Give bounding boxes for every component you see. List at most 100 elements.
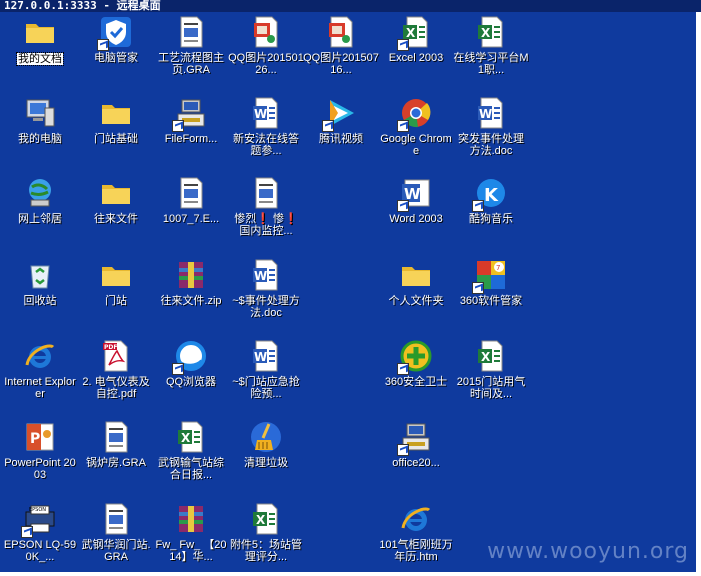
installer-icon (397, 420, 433, 456)
shortcut-arrow-icon (97, 39, 109, 51)
shortcut-arrow-icon (397, 120, 409, 132)
folder-icon (399, 258, 433, 292)
software-360-icon: 7 (472, 258, 508, 294)
shortcut-arrow-icon (172, 120, 184, 132)
desktop-icon[interactable]: Internet Explorer (2, 339, 78, 400)
svg-text:W: W (254, 350, 267, 364)
desktop-icon[interactable]: 腾讯视频 (303, 96, 379, 145)
printer-icon: EPSON (21, 502, 57, 538)
desktop-icon[interactable]: 101气柜刚班万年历.htm (378, 502, 454, 563)
desktop-icon-label: 往来文件 (94, 213, 138, 225)
desktop-icon-label: QQ浏览器 (165, 376, 217, 388)
svg-text:W: W (254, 107, 267, 121)
desktop-icon[interactable]: QQ图片20150716... (303, 15, 379, 76)
desktop-icon[interactable]: 我的文档 (2, 15, 78, 67)
security-360-icon (397, 339, 433, 375)
desktop-icon[interactable]: 网上邻居 (2, 176, 78, 225)
broom-icon (249, 420, 283, 454)
desktop-icon[interactable]: K 酷狗音乐 (453, 176, 529, 225)
desktop-icon-label: 附件5：场站管理评分... (229, 539, 303, 563)
desktop-icon-label: 回收站 (23, 295, 57, 307)
desktop-icon[interactable]: 7 360软件管家 (453, 258, 529, 307)
desktop-icon-label: 突发事件处理方法.doc (458, 133, 524, 157)
desktop-icon[interactable]: 回收站 (2, 258, 78, 307)
svg-text:P: P (30, 431, 40, 447)
desktop[interactable]: 我的文档我的电脑网上邻居回收站 Internet Explorer P PowerPo… (0, 12, 701, 576)
video-icon (322, 96, 358, 132)
desktop-icon-label: 锅炉房.GRA (86, 457, 146, 469)
desktop-icon[interactable]: 门站基础 (78, 96, 154, 145)
desktop-icon[interactable]: 武钢华润门站.GRA (78, 502, 154, 563)
desktop-icon[interactable]: W Word 2003 (378, 176, 454, 225)
shortcut-arrow-icon (21, 526, 33, 538)
desktop-icon[interactable]: QQ图片20150126... (228, 15, 304, 76)
window-title-bar[interactable]: 127.0.0.1:3333 - 远程桌面 (0, 0, 701, 12)
svg-text:X: X (181, 431, 191, 445)
folder-icon (99, 258, 133, 292)
desktop-icon[interactable]: X 在线学习平台M1职... (453, 15, 529, 76)
word-icon: W (474, 96, 508, 130)
desktop-icon[interactable]: P PowerPoint 2003 (2, 420, 78, 481)
desktop-icon-label: Fw_ Fw_ 【2014】华... (155, 539, 227, 563)
desktop-icon[interactable]: X 附件5：场站管理评分... (228, 502, 304, 563)
desktop-icon[interactable]: Fw_ Fw_ 【2014】华... (153, 502, 229, 563)
desktop-icon[interactable]: W 新安法在线答题参... (228, 96, 304, 157)
desktop-icon[interactable]: 个人文件夹 (378, 258, 454, 307)
word-icon: W (249, 96, 283, 130)
desktop-icon[interactable]: 锅炉房.GRA (78, 420, 154, 469)
excel-icon: X (249, 502, 283, 536)
svg-text:X: X (481, 26, 491, 40)
desktop-icon-label: 惨烈❗ 惨❗ 国内监控... (234, 213, 298, 237)
desktop-icon[interactable]: QQ浏览器 (153, 339, 229, 388)
desktop-icon[interactable]: X Excel 2003 (378, 15, 454, 64)
desktop-icon-label: QQ图片20150716... (303, 52, 379, 76)
desktop-icon[interactable]: office20... (378, 420, 454, 469)
shortcut-arrow-icon (472, 200, 484, 212)
shortcut-arrow-icon (397, 444, 409, 456)
shortcut-arrow-icon (472, 282, 484, 294)
desktop-icon[interactable]: EPSON EPSON LQ-590K_... (2, 502, 78, 563)
desktop-icon[interactable]: 往来文件.zip (153, 258, 229, 307)
desktop-icon[interactable]: 我的电脑 (2, 96, 78, 145)
desktop-icon[interactable]: W ~$门站应急抢险预... (228, 339, 304, 400)
desktop-icon[interactable]: 360安全卫士 (378, 339, 454, 388)
excel-icon: X (474, 339, 508, 373)
desktop-icon[interactable]: W ~$事件处理方法.doc (228, 258, 304, 319)
desktop-icon[interactable]: 门站 (78, 258, 154, 307)
svg-text:W: W (254, 269, 267, 283)
doc-icon (174, 15, 208, 49)
window-edge-right (696, 12, 701, 576)
desktop-icon[interactable]: 惨烈❗ 惨❗ 国内监控... (228, 176, 304, 237)
chrome-icon (397, 96, 433, 132)
desktop-icon[interactable]: FileForm... (153, 96, 229, 145)
desktop-icon-label: 武钢输气站综合日报... (158, 457, 224, 481)
image-icon (324, 15, 358, 49)
desktop-icon[interactable]: W 突发事件处理方法.doc (453, 96, 529, 157)
desktop-icon-label: 网上邻居 (18, 213, 62, 225)
desktop-icon[interactable]: 1007_7.E... (153, 176, 229, 225)
desktop-icon-label: 个人文件夹 (388, 295, 444, 307)
desktop-icon[interactable]: X 2015门站用气时间及... (453, 339, 529, 400)
ie-icon (399, 502, 433, 536)
svg-text:PDF: PDF (104, 344, 117, 351)
desktop-icon[interactable]: 清理垃圾 (228, 420, 304, 469)
desktop-icon[interactable]: Google Chrome (378, 96, 454, 157)
desktop-icon[interactable]: X 武钢输气站综合日报... (153, 420, 229, 481)
desktop-icon[interactable]: 往来文件 (78, 176, 154, 225)
folder-icon (99, 96, 133, 130)
doc-icon (99, 420, 133, 454)
excel-icon: X (174, 420, 208, 454)
desktop-icon[interactable]: 电脑管家 (78, 15, 154, 64)
watermark: www.wooyun.org (487, 539, 689, 564)
desktop-icon-label: 新安法在线答题参... (233, 133, 299, 157)
desktop-icon-label: EPSON LQ-590K_... (3, 539, 77, 563)
desktop-icon-label: 武钢华润门站.GRA (81, 539, 151, 563)
desktop-icon-label: 2015门站用气时间及... (456, 376, 526, 400)
computer-icon (23, 96, 57, 130)
word-icon: W (249, 339, 283, 373)
desktop-icon[interactable]: PDF 2. 电气仪表及自控.pdf (78, 339, 154, 400)
kugou-icon: K (472, 176, 508, 212)
shield-icon (97, 15, 133, 51)
desktop-icon[interactable]: 工艺流程图主页.GRA (153, 15, 229, 76)
desktop-icon-label: 酷狗音乐 (469, 213, 513, 225)
